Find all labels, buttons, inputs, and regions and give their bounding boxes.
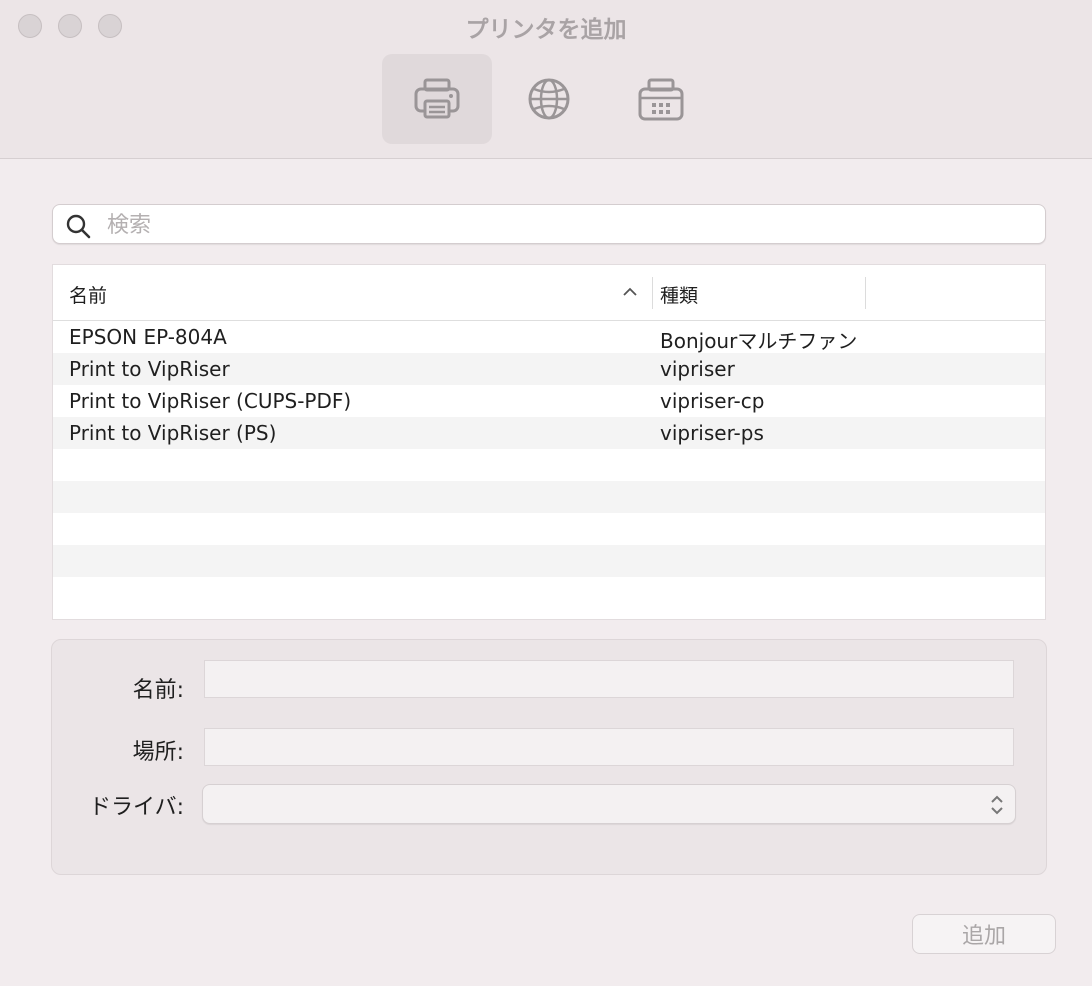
printer-fax-icon	[638, 78, 684, 121]
search-field[interactable]	[52, 204, 1046, 244]
location-label: 場所:	[132, 740, 184, 765]
driver-select[interactable]	[202, 784, 1016, 824]
printer-kind-cell: vipriser-ps	[660, 421, 764, 445]
default-printer-tab[interactable]	[382, 54, 492, 144]
location-field[interactable]	[204, 728, 1014, 766]
add-button[interactable]: 追加	[912, 914, 1056, 954]
table-header: 名前 種類	[53, 265, 1045, 321]
windows-printer-tab[interactable]	[606, 54, 716, 144]
window-title: プリンタを追加	[465, 17, 627, 43]
ip-printer-tab[interactable]	[494, 54, 604, 144]
empty-row	[53, 545, 1045, 577]
updown-chevron-icon	[991, 795, 1003, 815]
printer-icon	[414, 78, 460, 119]
add-printer-window: プリンタを追加 検索 名前 種類 EPSON EP-804A Bonjourマル…	[0, 0, 1092, 986]
printer-name-cell: EPSON EP-804A	[69, 325, 227, 349]
name-label: 名前:	[132, 678, 184, 703]
column-divider[interactable]	[865, 277, 866, 309]
table-row[interactable]: Print to VipRiser (PS) vipriser-ps	[53, 417, 1045, 449]
sort-ascending-icon[interactable]	[621, 283, 639, 301]
empty-row	[53, 481, 1045, 513]
table-row[interactable]: Print to VipRiser (CUPS-PDF) vipriser-cp	[53, 385, 1045, 417]
printer-details-panel: 名前: 場所: ドライバ:	[51, 639, 1047, 875]
printer-list-table[interactable]: 名前 種類 EPSON EP-804A Bonjourマルチファンクション Pr…	[52, 264, 1046, 620]
empty-row	[53, 449, 1045, 481]
driver-label: ドライバ:	[89, 795, 184, 820]
empty-row	[53, 577, 1045, 609]
column-header-kind[interactable]: 種類	[660, 281, 698, 308]
column-divider[interactable]	[652, 277, 653, 309]
printer-kind-cell: vipriser-cp	[660, 389, 765, 413]
printer-name-cell: Print to VipRiser	[69, 357, 230, 381]
printer-name-cell: Print to VipRiser (CUPS-PDF)	[69, 389, 352, 413]
search-icon	[66, 214, 91, 239]
printer-kind-cell: Bonjourマルチファンクション	[660, 329, 856, 353]
name-field[interactable]	[204, 660, 1014, 698]
table-row[interactable]: EPSON EP-804A Bonjourマルチファンクション	[53, 321, 1045, 353]
search-input[interactable]	[105, 209, 1039, 241]
globe-icon	[528, 78, 570, 120]
title-bar: プリンタを追加	[0, 0, 1092, 159]
printer-name-cell: Print to VipRiser (PS)	[69, 421, 277, 445]
table-row[interactable]: Print to VipRiser vipriser	[53, 353, 1045, 385]
printer-kind-cell: vipriser	[660, 357, 735, 381]
empty-row	[53, 513, 1045, 545]
column-header-name[interactable]: 名前	[69, 281, 107, 308]
table-body: EPSON EP-804A Bonjourマルチファンクション Print to…	[53, 321, 1045, 609]
